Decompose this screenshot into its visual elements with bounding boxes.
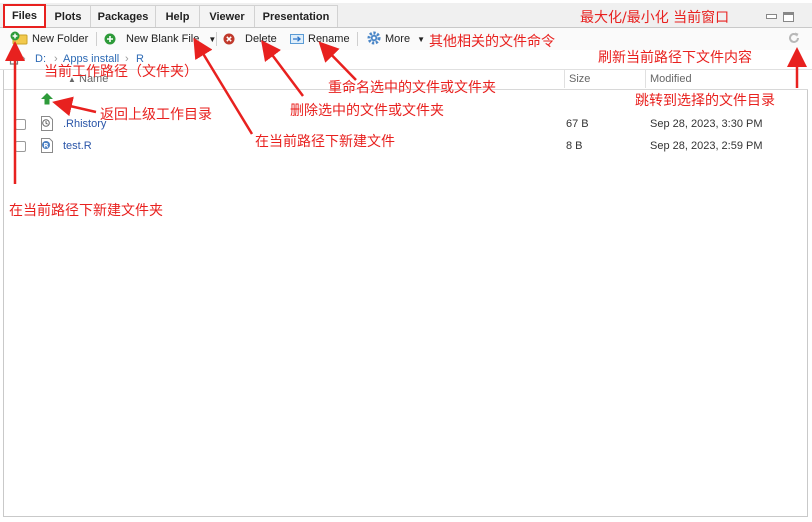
arrow-new-file: [193, 37, 254, 135]
arrow-delete: [261, 40, 304, 97]
tab-files[interactable]: Files: [3, 4, 46, 28]
arrow-go-up: [52, 96, 97, 117]
arrow-rename: [318, 41, 357, 81]
annotation-arrows: [4, 37, 807, 184]
